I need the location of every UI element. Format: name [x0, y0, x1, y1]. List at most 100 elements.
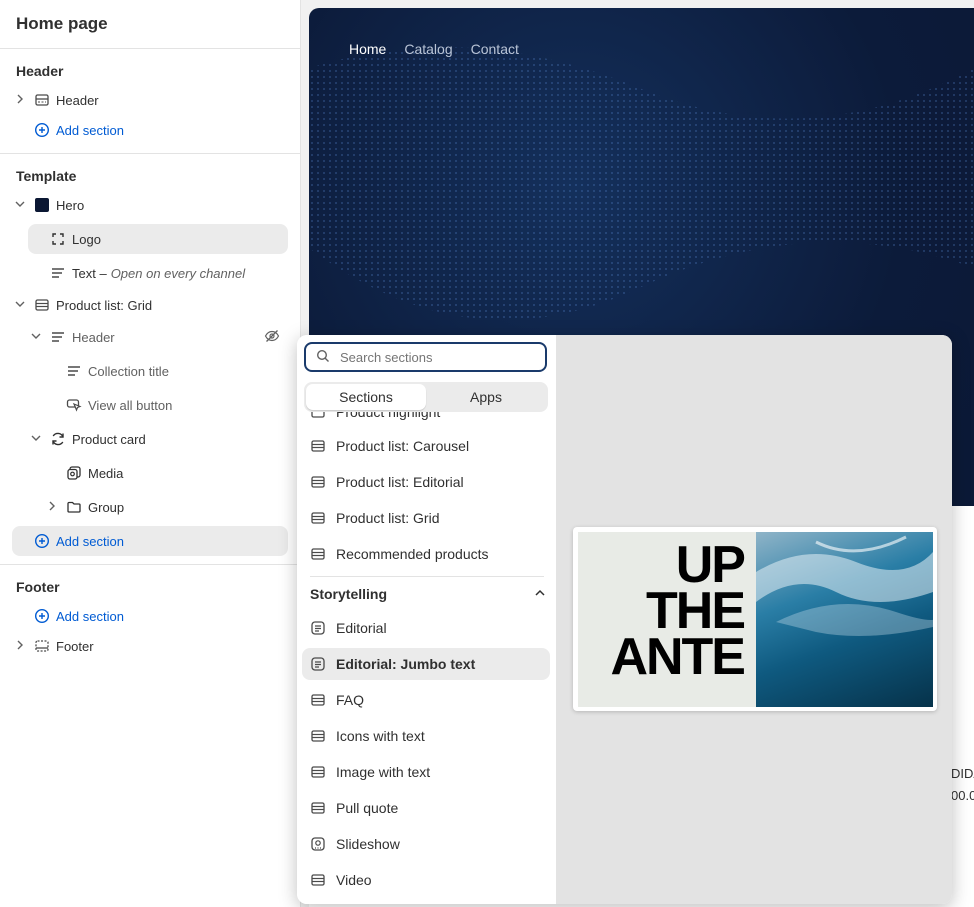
- template-section-title: Template: [16, 168, 77, 184]
- nav-home[interactable]: Home: [349, 41, 386, 57]
- list-item[interactable]: Product list: Grid: [302, 502, 550, 534]
- nav-catalog[interactable]: Catalog: [404, 41, 452, 57]
- list-item-label: Video: [336, 872, 372, 888]
- sidebar-header: Home page: [0, 0, 300, 49]
- sidebar-item-label: Collection title: [88, 363, 169, 379]
- list-item[interactable]: Video: [302, 864, 550, 896]
- add-section-header-button[interactable]: Add section: [12, 115, 288, 145]
- picker-tabs: Sections Apps: [304, 382, 548, 412]
- divider: [310, 576, 544, 577]
- nav-contact[interactable]: Contact: [471, 41, 519, 57]
- editor-sidebar: Home page Header Header Add section Temp…: [0, 0, 301, 907]
- sidebar-item-label: Product card: [72, 431, 146, 447]
- logo-frame-icon: [50, 231, 66, 247]
- text-lines-icon: [50, 329, 66, 345]
- eye-hidden-icon[interactable]: [264, 328, 280, 347]
- header-layout-icon: [34, 92, 50, 108]
- sidebar-item-header[interactable]: Header: [12, 85, 288, 115]
- add-section-template-button[interactable]: Add section: [12, 526, 288, 556]
- list-item[interactable]: Product list: Carousel: [302, 430, 550, 462]
- add-section-footer-button[interactable]: Add section: [12, 601, 288, 631]
- section-layout-icon: [310, 510, 326, 526]
- sidebar-item-label: View all button: [88, 397, 173, 413]
- chevron-right-icon[interactable]: [12, 640, 28, 653]
- sidebar-item-note: Open on every channel: [110, 265, 246, 281]
- list-item[interactable]: Slideshow: [302, 828, 550, 860]
- section-layout-icon: [310, 800, 326, 816]
- preview-text-block: UP THE ANTE: [578, 532, 756, 707]
- list-item[interactable]: Product highlight: [302, 412, 550, 428]
- header-section-title: Header: [16, 63, 64, 79]
- hero-color-swatch-icon: [34, 197, 50, 213]
- chevron-up-icon[interactable]: [534, 586, 546, 602]
- sidebar-item-footer[interactable]: Footer: [12, 631, 288, 661]
- sidebar-item-media[interactable]: Media: [12, 458, 288, 488]
- folder-icon: [66, 499, 82, 515]
- group-storytelling-header[interactable]: Storytelling: [310, 580, 546, 608]
- sidebar-item-view-all[interactable]: View all button: [12, 390, 288, 420]
- list-item[interactable]: Icons with text: [302, 720, 550, 752]
- tab-apps[interactable]: Apps: [426, 384, 546, 410]
- button-cursor-icon: [66, 397, 82, 413]
- sidebar-item-label: Header: [72, 329, 115, 345]
- sidebar-item-label: Logo: [72, 231, 101, 247]
- footer-layout-icon: [34, 638, 50, 654]
- sidebar-item-text[interactable]: Text – Open on every channel: [12, 258, 288, 288]
- sidebar-item-group[interactable]: Group: [12, 492, 288, 522]
- add-section-label: Add section: [56, 608, 124, 624]
- chevron-right-icon[interactable]: [44, 501, 60, 514]
- section-layout-icon: [310, 728, 326, 744]
- text-lines-icon: [50, 265, 66, 281]
- list-item-label: Slideshow: [336, 836, 400, 852]
- list-item-label: Product list: Editorial: [336, 474, 464, 490]
- list-item-label: Product list: Grid: [336, 510, 440, 526]
- list-item[interactable]: FAQ: [302, 684, 550, 716]
- tab-sections[interactable]: Sections: [306, 384, 426, 410]
- plus-circle-icon: [34, 533, 50, 549]
- list-item-label: Recommended products: [336, 546, 489, 562]
- plus-circle-icon: [34, 122, 50, 138]
- list-item-label: FAQ: [336, 692, 365, 708]
- slideshow-icon: [310, 836, 326, 852]
- section-list-panel: Sections Apps Product highlight Product …: [297, 335, 556, 904]
- add-section-label: Add section: [56, 122, 124, 138]
- list-item-selected[interactable]: Editorial: Jumbo text: [302, 648, 550, 680]
- chevron-down-icon[interactable]: [12, 199, 28, 212]
- list-item[interactable]: Recommended products: [302, 538, 550, 570]
- footer-section-title: Footer: [16, 579, 60, 595]
- search-sections-field[interactable]: [304, 342, 547, 372]
- chevron-down-icon[interactable]: [28, 331, 44, 344]
- list-item[interactable]: Pull quote: [302, 792, 550, 824]
- list-item[interactable]: Editorial: [302, 612, 550, 644]
- editorial-icon: [310, 620, 326, 636]
- search-input[interactable]: [338, 348, 522, 366]
- jumbo-text-line: ANTE: [610, 628, 746, 686]
- section-list: Product highlight Product list: Carousel…: [297, 412, 556, 904]
- list-item[interactable]: Image with text: [302, 756, 550, 788]
- sidebar-item-label: Hero: [56, 197, 85, 213]
- ocean-wave-image: [756, 532, 933, 707]
- chevron-right-icon[interactable]: [12, 94, 28, 107]
- list-item-label: Pull quote: [336, 800, 399, 816]
- sidebar-item-label: Product list: Grid: [56, 297, 153, 313]
- sidebar-item-collection-title[interactable]: Collection title: [12, 356, 288, 386]
- list-item[interactable]: Product list: Editorial: [302, 466, 550, 498]
- section-layout-icon: [310, 412, 326, 420]
- sidebar-item-hero[interactable]: Hero: [12, 190, 288, 220]
- sidebar-item-product-card[interactable]: Product card: [12, 424, 288, 454]
- sidebar-item-label: Header: [56, 92, 99, 108]
- divider: [0, 153, 300, 154]
- media-icon: [66, 465, 82, 481]
- list-item-label: Editorial: Jumbo text: [336, 656, 476, 672]
- section-layout-icon: [34, 297, 50, 313]
- chevron-down-icon[interactable]: [12, 299, 28, 312]
- sidebar-item-logo[interactable]: Logo: [28, 224, 288, 254]
- sidebar-item-pl-header[interactable]: Header: [12, 322, 288, 352]
- sidebar-item-product-list[interactable]: Product list: Grid: [12, 290, 288, 320]
- product-name-text: DIDA: [951, 766, 974, 781]
- section-layout-icon: [310, 438, 326, 454]
- list-item-label: Icons with text: [336, 728, 425, 744]
- plus-circle-icon: [34, 608, 50, 624]
- chevron-down-icon[interactable]: [28, 433, 44, 446]
- section-layout-icon: [310, 872, 326, 888]
